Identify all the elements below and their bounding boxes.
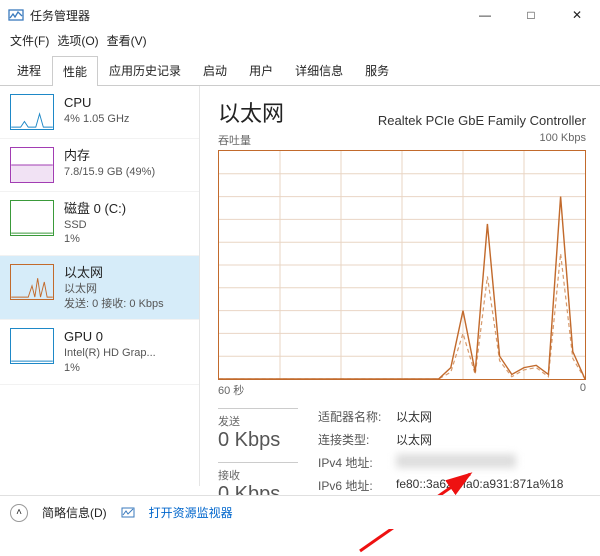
ipv4-val [396,454,516,468]
menubar: 文件(F) 选项(O) 查看(V) [0,30,600,55]
send-rate: 发送 0 Kbps [218,408,298,452]
mini-chart-gpu [10,328,54,364]
page-title: 以太网 [218,96,284,128]
adapter-name-header: Realtek PCIe GbE Family Controller [378,113,586,128]
tabstrip: 进程 性能 应用历史记录 启动 用户 详细信息 服务 [0,55,600,86]
conn-val: 以太网 [396,431,563,448]
sidebar-title: GPU 0 [64,328,156,346]
chart-top-labels: 吞吐量 100 Kbps [218,132,586,148]
resource-monitor-icon [121,506,135,520]
sidebar-sub2: 1% [64,232,126,247]
sidebar-sub2: 发送: 0 接收: 0 Kbps [64,297,164,312]
sidebar-sub: 7.8/15.9 GB (49%) [64,165,155,180]
sidebar-text: 磁盘 0 (C:) SSD 1% [64,200,126,247]
sidebar-sub: 4% 1.05 GHz [64,112,129,127]
tab-services[interactable]: 服务 [354,55,400,85]
close-button[interactable]: ✕ [554,0,600,30]
sidebar-sub: SSD [64,218,126,233]
ipv6-val: fe80::3a62:efa0:a931:871a%18 [396,477,563,494]
window-buttons: — □ ✕ [462,0,600,30]
tab-users[interactable]: 用户 [238,55,284,85]
x-start-label: 60 秒 [218,382,244,398]
adapter-key: 适配器名称: [318,408,396,425]
sidebar-sub: Intel(R) HD Grap... [64,346,156,361]
open-resource-monitor-link[interactable]: 打开资源监视器 [149,504,233,521]
tab-details[interactable]: 详细信息 [284,55,354,85]
sidebar-text: 内存 7.8/15.9 GB (49%) [64,147,155,179]
window-title: 任务管理器 [30,7,462,24]
throughput-label: 吞吐量 [218,132,251,148]
minimize-button[interactable]: — [462,0,508,30]
menu-file[interactable]: 文件(F) [8,30,51,51]
menu-view[interactable]: 查看(V) [105,30,149,51]
send-label: 发送 [218,408,298,429]
sidebar-sub: 以太网 [64,282,164,297]
main-panel: 以太网 Realtek PCIe GbE Family Controller 吞… [200,86,600,486]
chart-bottom-labels: 60 秒 0 [218,382,586,398]
ipv4-key: IPv4 地址: [318,454,396,471]
fewer-details-chevron-icon[interactable]: ˄ [10,504,28,522]
conn-key: 连接类型: [318,431,396,448]
body: CPU 4% 1.05 GHz 内存 7.8/15.9 GB (49%) 磁盘 … [0,86,600,486]
sidebar-title: 内存 [64,147,155,165]
mini-chart-cpu [10,94,54,130]
tab-performance[interactable]: 性能 [52,56,98,86]
sidebar-item-cpu[interactable]: CPU 4% 1.05 GHz [0,86,199,139]
menu-options[interactable]: 选项(O) [55,30,100,51]
tab-startup[interactable]: 启动 [192,55,238,85]
tab-app-history[interactable]: 应用历史记录 [98,55,192,85]
maximize-button[interactable]: □ [508,0,554,30]
sidebar-item-disk[interactable]: 磁盘 0 (C:) SSD 1% [0,192,199,256]
mini-chart-memory [10,147,54,183]
x-end-label: 0 [580,382,586,398]
sidebar-text: GPU 0 Intel(R) HD Grap... 1% [64,328,156,375]
ipv6-key: IPv6 地址: [318,477,396,494]
main-header: 以太网 Realtek PCIe GbE Family Controller [218,96,586,128]
titlebar: 任务管理器 — □ ✕ [0,0,600,30]
app-icon [8,7,24,23]
sidebar-sub2: 1% [64,361,156,376]
scale-label: 100 Kbps [540,132,586,148]
send-value: 0 Kbps [218,429,298,452]
statusbar: ˄ 简略信息(D) 打开资源监视器 [0,495,600,529]
sidebar-item-gpu[interactable]: GPU 0 Intel(R) HD Grap... 1% [0,320,199,384]
throughput-chart[interactable] [218,150,586,380]
sidebar-text: 以太网 以太网 发送: 0 接收: 0 Kbps [64,264,164,311]
mini-chart-ethernet [10,264,54,300]
tab-processes[interactable]: 进程 [6,55,52,85]
fewer-details-link[interactable]: 简略信息(D) [42,504,107,521]
sidebar-title: CPU [64,94,129,112]
sidebar-text: CPU 4% 1.05 GHz [64,94,129,126]
adapter-val: 以太网 [396,408,563,425]
mini-chart-disk [10,200,54,236]
sidebar-title: 以太网 [64,264,164,282]
sidebar: CPU 4% 1.05 GHz 内存 7.8/15.9 GB (49%) 磁盘 … [0,86,200,486]
sidebar-item-memory[interactable]: 内存 7.8/15.9 GB (49%) [0,139,199,192]
recv-label: 接收 [218,462,298,483]
sidebar-item-ethernet[interactable]: 以太网 以太网 发送: 0 接收: 0 Kbps [0,256,199,320]
sidebar-title: 磁盘 0 (C:) [64,200,126,218]
